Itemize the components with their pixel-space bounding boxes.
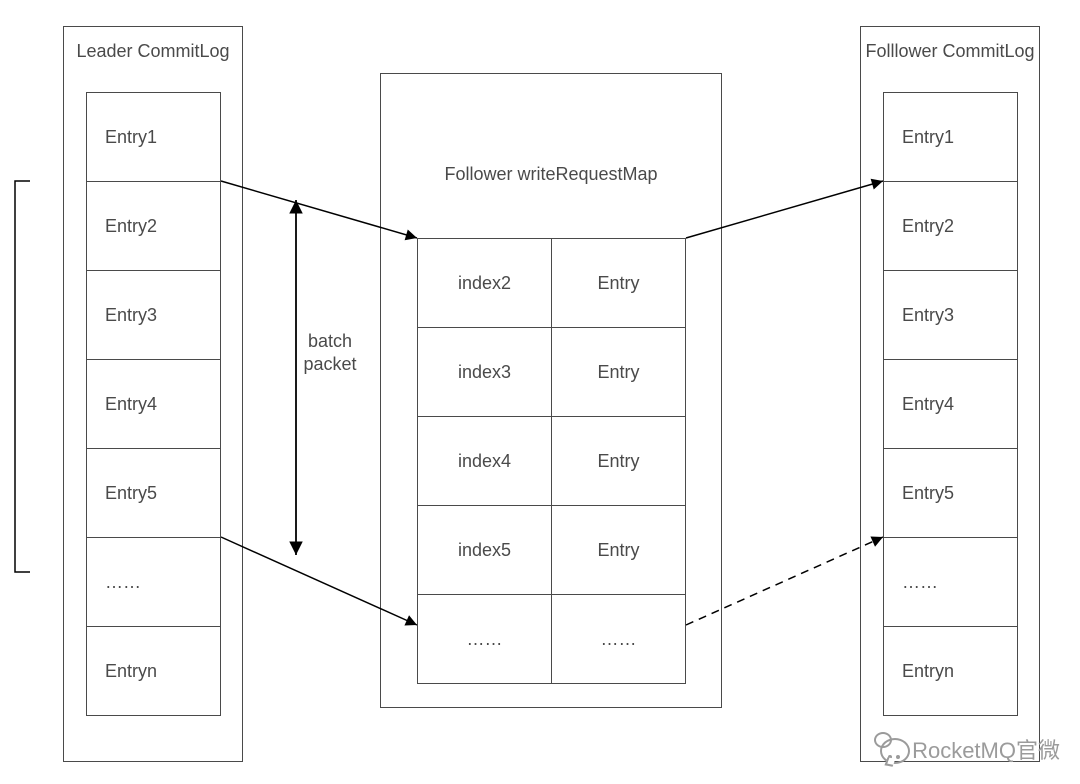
watermark: RocketMQ官微 [874,732,1060,766]
watermark-text: RocketMQ官微 [912,733,1060,765]
map-row-3-entry: Entry [551,416,686,506]
leader-entry-1: Entry1 [86,92,221,182]
leader-entry-2: Entry2 [86,181,221,271]
map-row-3-index: index4 [417,416,552,506]
follower-entry-6: …… [883,537,1018,627]
follower-entry-7: Entryn [883,626,1018,716]
map-row-1-index: index2 [417,238,552,328]
map-row-5-index: …… [417,594,552,684]
batch-packet-label: batch packet [290,330,370,375]
follower-entry-1: Entry1 [883,92,1018,182]
leader-entry-6: …… [86,537,221,627]
leader-entry-4: Entry4 [86,359,221,449]
map-row-4-entry: Entry [551,505,686,595]
wechat-icon [874,732,908,766]
map-row-1-entry: Entry [551,238,686,328]
leader-entry-5: Entry5 [86,448,221,538]
write-request-map-title: Follower writeRequestMap [381,164,721,185]
map-row-2-index: index3 [417,327,552,417]
follower-entry-2: Entry2 [883,181,1018,271]
follower-entry-5: Entry5 [883,448,1018,538]
map-row-5-entry: …… [551,594,686,684]
batch-label-line2: packet [290,353,370,376]
leader-entry-3: Entry3 [86,270,221,360]
leader-title: Leader CommitLog [64,41,242,62]
follower-entry-3: Entry3 [883,270,1018,360]
follower-title: Folllower CommitLog [861,41,1039,62]
batch-label-line1: batch [290,330,370,353]
map-row-2-entry: Entry [551,327,686,417]
diagram-canvas: Leader CommitLog Entry1 Entry2 Entry3 En… [0,0,1080,784]
leader-entry-7: Entryn [86,626,221,716]
follower-entry-4: Entry4 [883,359,1018,449]
leader-range-bracket [15,181,30,572]
map-row-4-index: index5 [417,505,552,595]
